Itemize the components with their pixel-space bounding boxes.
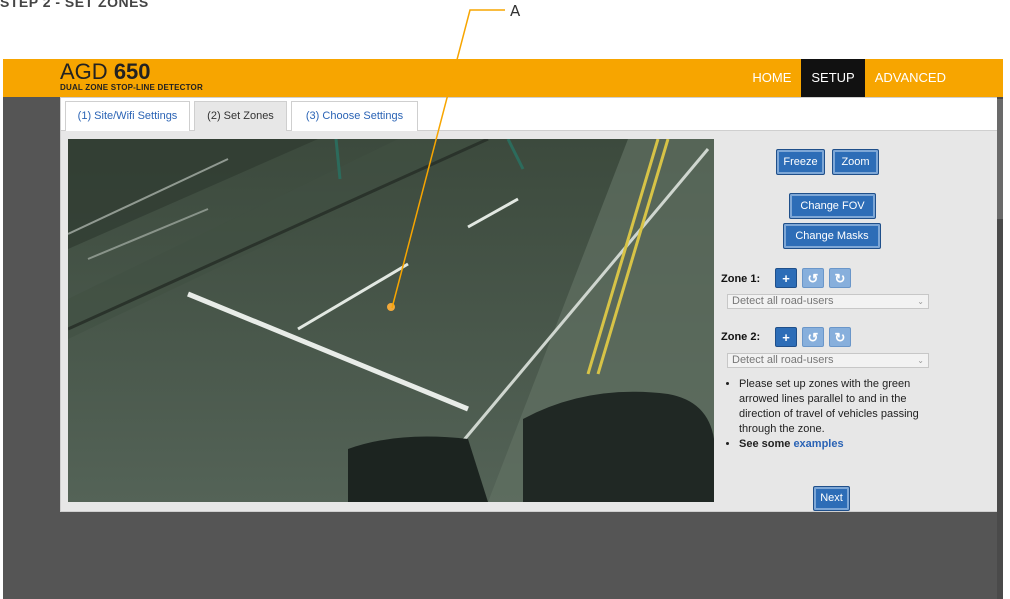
zoom-button[interactable]: Zoom — [832, 149, 879, 175]
zone-controls: Freeze Zoom Change FOV Change Masks Zone… — [721, 139, 996, 511]
undo-icon: ↺ — [807, 330, 819, 345]
page-background — [3, 527, 1003, 599]
chevron-down-icon: ⌄ — [917, 356, 924, 365]
next-button[interactable]: Next — [813, 486, 850, 511]
step-heading: STEP 2 - SET ZONES — [0, 0, 149, 10]
tab-site-wifi-settings[interactable]: (1) Site/Wifi Settings — [65, 101, 190, 131]
examples-link[interactable]: examples — [793, 438, 843, 450]
camera-view[interactable] — [68, 139, 714, 502]
app-window: AGD 650 DUAL ZONE STOP-LINE DETECTOR HOM… — [3, 59, 1003, 599]
callout-label: A — [510, 2, 521, 20]
zone1-label: Zone 1: — [721, 273, 761, 285]
freeze-button[interactable]: Freeze — [776, 149, 825, 175]
zone1-select-value: Detect all road-users — [732, 295, 834, 307]
zone2-redo-button[interactable]: ↻ — [829, 327, 851, 347]
plus-icon: + — [782, 330, 790, 345]
zone1-redo-button[interactable]: ↻ — [829, 268, 851, 288]
camera-road-image — [68, 139, 714, 502]
zone2-detect-select[interactable]: Detect all road-users ⌄ — [727, 353, 929, 368]
logo-subtitle: DUAL ZONE STOP-LINE DETECTOR — [60, 83, 203, 92]
tab-bar: (1) Site/Wifi Settings (2) Set Zones (3)… — [61, 98, 997, 131]
zone2-undo-button[interactable]: ↺ — [802, 327, 824, 347]
tab-set-zones[interactable]: (2) Set Zones — [194, 101, 287, 131]
camera-hood — [523, 391, 714, 502]
main-nav: HOME SETUP ADVANCED — [742, 59, 956, 97]
logo: AGD 650 DUAL ZONE STOP-LINE DETECTOR — [60, 59, 203, 93]
callout-point — [387, 303, 395, 311]
undo-icon: ↺ — [807, 271, 819, 286]
zone1-undo-button[interactable]: ↺ — [802, 268, 824, 288]
top-bar: AGD 650 DUAL ZONE STOP-LINE DETECTOR HOM… — [3, 59, 1003, 97]
nav-setup[interactable]: SETUP — [801, 59, 865, 97]
zone2-label: Zone 2: — [721, 331, 761, 343]
chevron-down-icon: ⌄ — [917, 297, 924, 306]
redo-icon: ↻ — [834, 330, 846, 345]
setup-panel: (1) Site/Wifi Settings (2) Set Zones (3)… — [60, 97, 998, 512]
scrollbar-thumb[interactable] — [997, 99, 1003, 219]
logo-model-prefix: AGD — [60, 59, 108, 84]
nav-advanced[interactable]: ADVANCED — [865, 59, 956, 97]
logo-model-number: 650 — [113, 59, 151, 84]
zone1-detect-select[interactable]: Detect all road-users ⌄ — [727, 294, 929, 309]
instruction-item: See some examples — [739, 437, 940, 452]
nav-home[interactable]: HOME — [742, 59, 801, 97]
change-masks-button[interactable]: Change Masks — [783, 223, 881, 249]
tab-choose-settings[interactable]: (3) Choose Settings — [291, 101, 418, 131]
zone2-add-button[interactable]: + — [775, 327, 797, 347]
zone1-add-button[interactable]: + — [775, 268, 797, 288]
plus-icon: + — [782, 271, 790, 286]
change-fov-button[interactable]: Change FOV — [789, 193, 876, 219]
instruction-item: Please set up zones with the green arrow… — [739, 377, 940, 437]
examples-prefix: See some — [739, 438, 791, 450]
zone-instructions: Please set up zones with the green arrow… — [725, 377, 940, 452]
zone2-select-value: Detect all road-users — [732, 354, 834, 366]
redo-icon: ↻ — [834, 271, 846, 286]
